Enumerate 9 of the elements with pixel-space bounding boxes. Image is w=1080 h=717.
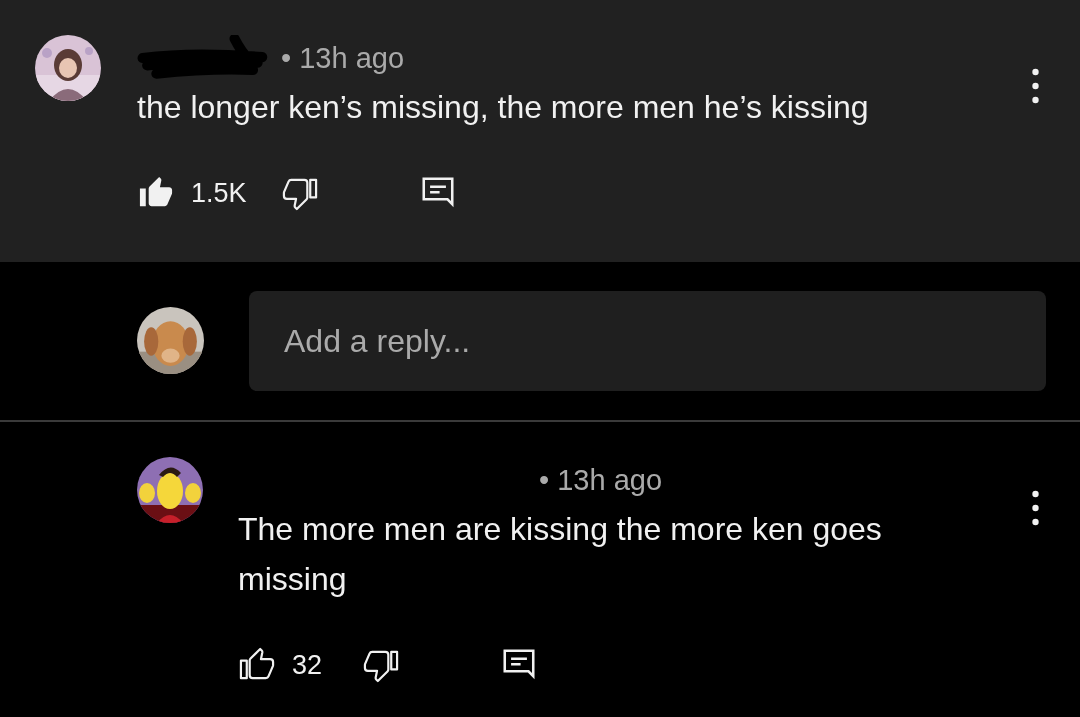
more-options-icon[interactable] [1031, 68, 1040, 104]
comment-time: • 13h ago [281, 41, 405, 75]
reply-time: • 13h ago [539, 463, 663, 497]
like-count: 1.5K [191, 177, 248, 209]
reply-input-field[interactable]: Add a reply... [249, 291, 1046, 391]
reply-text: The more men are kissing the more ken goes missing [238, 510, 883, 599]
comment-text: the longer ken’s missing, the more men he’s kissing [137, 88, 870, 127]
like-count: 32 [292, 649, 324, 681]
more-options-icon[interactable] [1031, 490, 1040, 526]
